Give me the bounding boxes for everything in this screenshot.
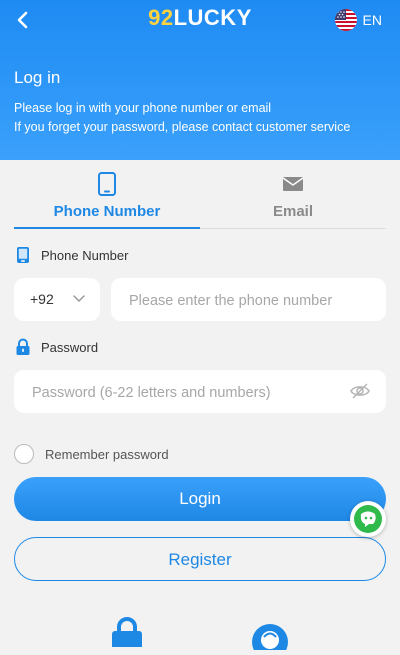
header: 92LUCKY EN Log in Please log in with you…: [0, 0, 400, 160]
country-code-value: +92: [30, 291, 54, 307]
instruction-line-2: If you forget your password, please cont…: [14, 120, 351, 134]
chevron-down-icon: [73, 295, 85, 303]
page-title: Log in: [14, 68, 61, 87]
register-button[interactable]: Register: [14, 537, 386, 581]
customer-service-icon: [252, 624, 288, 655]
mail-icon: [282, 177, 304, 191]
remember-password-label: Remember password: [45, 446, 169, 462]
tab-email-label: Email: [272, 203, 314, 220]
language-selector[interactable]: EN: [334, 9, 382, 31]
lock-icon: [16, 338, 30, 355]
tab-phone-number[interactable]: Phone Number: [14, 166, 200, 229]
phone-input-container: [111, 278, 386, 323]
logo-number: 92: [148, 5, 174, 30]
us-flag-icon: [334, 9, 357, 31]
password-label: Password: [14, 338, 98, 356]
active-tab-indicator: [14, 227, 200, 229]
login-button[interactable]: Login: [14, 477, 386, 521]
remember-password-checkbox[interactable]: Remember password: [14, 444, 169, 464]
customer-service-shortcut[interactable]: [250, 620, 290, 655]
phone-number-input[interactable]: [127, 278, 361, 323]
logo-text: LUCKY: [173, 5, 252, 30]
login-method-tabs: Phone Number Email: [14, 166, 386, 229]
chat-icon: [354, 505, 382, 533]
tablet-icon: [17, 247, 29, 263]
password-input[interactable]: [30, 370, 344, 415]
phone-number-label-text: Phone Number: [41, 247, 129, 263]
tab-email[interactable]: Email: [200, 166, 386, 228]
language-label: EN: [362, 12, 382, 28]
tablet-icon: [98, 172, 116, 196]
country-code-select[interactable]: +92: [14, 278, 100, 321]
tab-phone-number-label: Phone Number: [53, 203, 161, 220]
password-input-container: [14, 370, 386, 415]
instruction-line-1: Please log in with your phone number or …: [14, 101, 272, 115]
top-bar: 92LUCKY EN: [0, 0, 400, 40]
eye-off-icon[interactable]: [350, 382, 370, 400]
chat-button[interactable]: [350, 501, 386, 537]
remember-password-radio[interactable]: [14, 444, 34, 464]
phone-number-label: Phone Number: [14, 246, 128, 264]
password-label-text: Password: [41, 339, 99, 355]
